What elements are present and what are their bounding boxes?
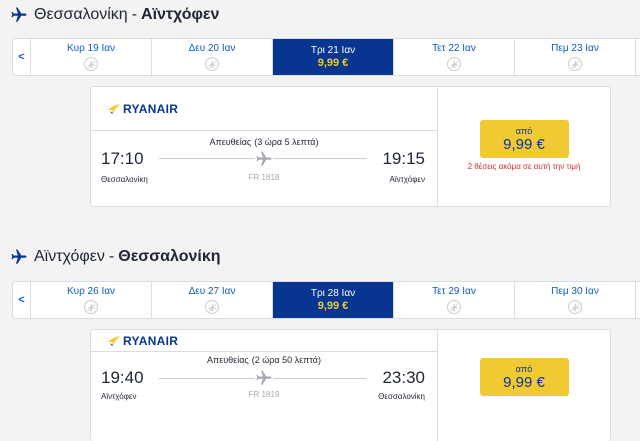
no-flight-icon [447,300,461,314]
return-route-title: Αϊντχόφεν - Θεσσαλονίκη [10,248,221,266]
select-fare-button[interactable]: από 9,99 € [479,358,569,396]
date-cell[interactable]: Δευ 20 Ιαν [152,39,273,75]
airline-row: RYANAIR [91,330,437,352]
prev-dates-button[interactable]: < [13,282,31,318]
departure-time: 19:40 [101,368,144,387]
arrival-time: 19:15 [382,149,425,168]
outbound-flight-card[interactable]: RYANAIR Απευθείας (3 ώρα 5 λεπτά) 17:10 1… [90,86,611,207]
date-cell[interactable]: Κυρ 19 Ιαν [31,39,152,75]
airline-name: RYANAIR [123,333,179,348]
airplane-icon [10,248,28,266]
date-label: Πεμ 23 Ιαν [551,43,599,54]
no-flight-icon [84,300,98,314]
destination-city: Θεσσαλονίκη [118,248,221,265]
date-cell[interactable]: Τετ 29 Ιαν [394,282,515,318]
date-price: 9,99 € [317,300,349,312]
arrival-city: Αϊντχόφεν [389,175,425,184]
flight-details: RYANAIR Απευθείας (2 ώρα 50 λεπτά) 19:40 … [91,330,438,441]
flight-times: Απευθείας (2 ώρα 50 λεπτά) 19:40 23:30 FR… [91,352,437,426]
route-separator: - [131,6,138,23]
direct-label: Απευθείας [209,137,252,147]
flight-duration: (3 ώρα 5 λεπτά) [254,137,319,147]
date-label: Τρι 21 Ιαν [310,45,356,56]
flight-details: RYANAIR Απευθείας (3 ώρα 5 λεπτά) 17:10 1… [91,87,438,206]
no-flight-icon [568,300,582,314]
airline-name: RYANAIR [123,101,179,116]
flight-type: Απευθείας (2 ώρα 50 λεπτά) [91,355,437,365]
price-column: από 9,99 € [438,330,610,441]
no-flight-icon [205,57,219,71]
direct-label: Απευθείας [207,355,249,365]
airplane-icon [255,369,273,387]
flight-times: Απευθείας (3 ώρα 5 λεπτά) 17:10 19:15 FR … [91,131,437,205]
departure-time: 17:10 [101,149,144,168]
date-label: Τετ 29 Ιαν [432,286,476,297]
route-separator: - [108,248,115,265]
date-label: Κυρ 26 Ιαν [66,286,116,297]
departure-city: Θεσσαλονίκη [101,175,148,184]
outbound-date-strip: < Κυρ 19 Ιαν Δευ 20 Ιαν Τρι 21 Ιαν 9,99 … [12,38,640,76]
no-flight-icon [84,57,98,71]
price-column: από 9,99 € 2 θέσεις ακόμα σε αυτή την τι… [438,87,610,206]
arrival-city: Θεσσαλονίκη [378,392,425,401]
date-cell[interactable]: Πεμ 23 Ιαν [515,39,636,75]
date-cell[interactable]: Πεμ 30 Ιαν [515,282,636,318]
airplane-icon [255,150,273,168]
date-label: Τρι 28 Ιαν [310,288,356,299]
fare-price: 9,99 € [503,135,545,153]
date-cell-selected[interactable]: Τρι 21 Ιαν 9,99 € [273,39,394,75]
date-cell[interactable]: Κυρ 26 Ιαν [31,282,152,318]
date-label: Δευ 27 Ιαν [188,286,236,297]
arrival-time: 23:30 [382,368,425,387]
no-flight-icon [568,57,582,71]
date-cell[interactable]: Τετ 22 Ιαν [394,39,515,75]
date-cell[interactable]: Δευ 27 Ιαν [152,282,273,318]
return-flight-card[interactable]: RYANAIR Απευθείας (2 ώρα 50 λεπτά) 19:40 … [90,329,611,441]
airplane-icon [10,6,28,24]
origin-city: Θεσσαλονίκη [34,6,128,23]
outbound-route-title: Θεσσαλονίκη - Αϊντχόφεν [10,6,219,24]
select-fare-button[interactable]: από 9,99 € [479,120,569,158]
date-label: Δευ 20 Ιαν [188,43,236,54]
return-date-strip: < Κυρ 26 Ιαν Δευ 27 Ιαν Τρι 28 Ιαν 9,99 … [12,281,640,319]
price-prefix: από [515,125,533,136]
date-label: Πεμ 30 Ιαν [551,286,599,297]
flight-type: Απευθείας (3 ώρα 5 λεπτά) [91,137,437,147]
date-label: Κυρ 19 Ιαν [66,43,116,54]
airline-row: RYANAIR [91,87,437,131]
ryanair-logo: RYANAIR [107,334,178,348]
no-flight-icon [447,57,461,71]
destination-city: Αϊντχόφεν [141,6,220,23]
prev-dates-button[interactable]: < [13,39,31,75]
seats-left-notice: 2 θέσεις ακόμα σε αυτή την τιμή [467,162,581,171]
flight-duration: (2 ώρα 50 λεπτά) [251,355,321,365]
ryanair-logo: RYANAIR [107,102,178,116]
fare-price: 9,99 € [503,373,545,391]
no-flight-icon [205,300,219,314]
departure-city: Αϊντχόφεν [101,392,137,401]
origin-city: Αϊντχόφεν [34,248,105,265]
date-cell-selected[interactable]: Τρι 28 Ιαν 9,99 € [273,282,394,318]
date-price: 9,99 € [317,57,349,69]
date-label: Τετ 22 Ιαν [432,43,476,54]
price-prefix: από [515,363,533,374]
